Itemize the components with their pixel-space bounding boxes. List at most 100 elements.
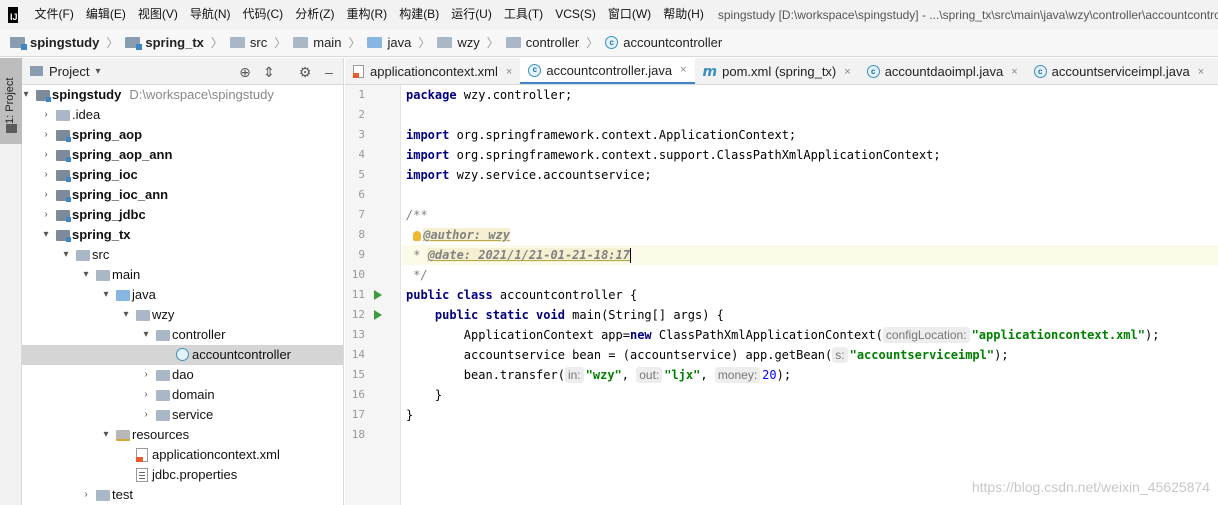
chevron-down-icon[interactable]: ▾: [95, 66, 100, 77]
tree-item-text: spring_aop: [72, 127, 143, 142]
chevron-down-icon[interactable]: ▾: [20, 85, 32, 105]
menu-item-10[interactable]: VCS(S): [549, 0, 602, 29]
menu-item-6[interactable]: 重构(R): [341, 0, 394, 29]
breadcrumb-item-4[interactable]: java: [367, 35, 411, 50]
chevron-right-icon[interactable]: ›: [40, 125, 52, 145]
tree-item-idea[interactable]: › .idea: [22, 105, 343, 125]
chevron-right-icon[interactable]: ›: [40, 185, 52, 205]
tree-item-controller[interactable]: ▾ controller: [22, 325, 343, 345]
close-icon[interactable]: ×: [844, 66, 850, 78]
chevron-down-icon[interactable]: ▾: [60, 245, 72, 265]
breadcrumb-item-2[interactable]: src: [229, 35, 267, 50]
close-icon[interactable]: ×: [1198, 66, 1204, 78]
tree-item-spingstudy[interactable]: ▾ spingstudy D:\workspace\spingstudy: [22, 85, 343, 105]
module-folder-icon: [56, 130, 71, 142]
breadcrumb-item-5[interactable]: wzy: [437, 35, 480, 50]
chevron-down-icon[interactable]: ▾: [40, 225, 52, 245]
tab-applicationcontext-xml[interactable]: applicationcontext.xml ×: [345, 58, 520, 84]
tab-accountserviceimpl-java[interactable]: c accountserviceimpl.java ×: [1026, 58, 1212, 84]
project-view-selector[interactable]: Project: [49, 64, 89, 79]
menu-item-4[interactable]: 代码(C): [237, 0, 290, 29]
tree-item-spring-tx[interactable]: ▾ spring_tx: [22, 225, 343, 245]
menu-item-9[interactable]: 工具(T): [498, 0, 549, 29]
breadcrumb-item-7[interactable]: c accountcontroller: [605, 35, 722, 50]
tree-item-service[interactable]: › service: [22, 405, 343, 425]
chevron-down-icon[interactable]: ▾: [100, 425, 112, 445]
tree-item-label: applicationcontext.xml: [152, 445, 280, 465]
chevron-right-icon[interactable]: ›: [140, 405, 152, 425]
tree-item-label: controller: [172, 325, 225, 345]
module-folder-icon: [56, 230, 71, 242]
watermark: https://blog.csdn.net/weixin_45625874: [971, 479, 1210, 495]
tab-pom-xml-spring-tx[interactable]: m pom.xml (spring_tx) ×: [695, 58, 859, 84]
tree-item-test[interactable]: › test: [22, 485, 343, 505]
tree-item-wzy[interactable]: ▾ wzy: [22, 305, 343, 325]
close-icon[interactable]: ×: [506, 66, 512, 78]
run-class-icon[interactable]: [374, 290, 382, 300]
breadcrumb-item-1[interactable]: spring_tx: [125, 35, 204, 50]
hide-panel-icon[interactable]: –: [320, 63, 338, 81]
menu-item-7[interactable]: 构建(B): [393, 0, 445, 29]
folder-icon: [505, 37, 521, 48]
code-editor[interactable]: 1 2 3 4 5 6 7 8 9 10 11 12 13 14 15 16 17 18 package wzy.…: [345, 85, 1218, 505]
module-folder-icon: [56, 190, 71, 202]
tree-item-src[interactable]: ▾ src: [22, 245, 343, 265]
tree-item-label: spring_ioc_ann: [72, 185, 168, 205]
tree-item-spring-ioc[interactable]: › spring_ioc: [22, 165, 343, 185]
menu-item-5[interactable]: 分析(Z): [289, 0, 340, 29]
package-icon: [156, 370, 170, 381]
tree-item-dao[interactable]: › dao: [22, 365, 343, 385]
gear-icon[interactable]: ⚙: [296, 63, 314, 81]
chevron-right-icon[interactable]: ›: [40, 205, 52, 225]
chevron-right-icon[interactable]: ›: [140, 365, 152, 385]
line-number: 18: [351, 428, 365, 441]
chevron-right-icon[interactable]: ›: [40, 165, 52, 185]
tab-label: accountserviceimpl.java: [1051, 64, 1190, 79]
locate-icon[interactable]: ⊕: [236, 63, 254, 81]
chevron-down-icon[interactable]: ▾: [140, 325, 152, 345]
breadcrumb-item-6[interactable]: controller: [505, 35, 579, 50]
project-tool-window-button[interactable]: 1: Project: [0, 58, 22, 144]
collapse-all-icon[interactable]: ⇕: [260, 63, 278, 81]
chevron-right-icon[interactable]: ›: [40, 145, 52, 165]
run-main-icon[interactable]: [374, 310, 382, 320]
tab-accountcontroller-java[interactable]: c accountcontroller.java ×: [520, 58, 695, 84]
chevron-right-icon[interactable]: ›: [140, 385, 152, 405]
tree-item-spring-jdbc[interactable]: › spring_jdbc: [22, 205, 343, 225]
tree-item-spring-aop[interactable]: › spring_aop: [22, 125, 343, 145]
breadcrumb-item-3[interactable]: main: [293, 35, 341, 50]
chevron-down-icon[interactable]: ▾: [120, 305, 132, 325]
tree-item-domain[interactable]: › domain: [22, 385, 343, 405]
line-number: 16: [351, 388, 365, 401]
intention-bulb-icon[interactable]: [413, 230, 422, 241]
chevron-right-icon[interactable]: ›: [40, 105, 52, 125]
tree-item-spring-ioc-ann[interactable]: › spring_ioc_ann: [22, 185, 343, 205]
tree-item-spring-aop-ann[interactable]: › spring_aop_ann: [22, 145, 343, 165]
folder-icon: [76, 250, 90, 261]
menu-item-0[interactable]: 文件(F): [29, 0, 80, 29]
tree-item-accountcontroller[interactable]: accountcontroller: [22, 345, 343, 365]
project-folder-icon: [30, 66, 43, 76]
tree-item-java[interactable]: ▾ java: [22, 285, 343, 305]
tree-item-applicationcontext-xml[interactable]: applicationcontext.xml: [22, 445, 343, 465]
close-icon[interactable]: ×: [680, 64, 686, 76]
tree-item-main[interactable]: ▾ main: [22, 265, 343, 285]
menu-item-1[interactable]: 编辑(E): [80, 0, 132, 29]
tree-item-jdbc-properties[interactable]: jdbc.properties: [22, 465, 343, 485]
menu-item-11[interactable]: 窗口(W): [602, 0, 657, 29]
code-area[interactable]: package wzy.controller; import org.sprin…: [406, 85, 1216, 505]
chevron-right-icon[interactable]: ›: [80, 485, 92, 505]
close-icon[interactable]: ×: [1011, 66, 1017, 78]
menu-item-8[interactable]: 运行(U): [445, 0, 498, 29]
chevron-down-icon[interactable]: ▾: [100, 285, 112, 305]
param-hint: configLocation:: [882, 327, 970, 343]
tree-item-resources[interactable]: ▾ resources: [22, 425, 343, 445]
tab-accountdaoimpl-java[interactable]: c accountdaoimpl.java ×: [859, 58, 1026, 84]
menu-item-12[interactable]: 帮助(H): [657, 0, 710, 29]
chevron-down-icon[interactable]: ▾: [80, 265, 92, 285]
menu-item-2[interactable]: 视图(V): [132, 0, 184, 29]
menu-item-3[interactable]: 导航(N): [184, 0, 237, 29]
breadcrumb-item-0[interactable]: spingstudy: [10, 35, 99, 50]
tab-label: accountdaoimpl.java: [884, 64, 1004, 79]
line-number: 10: [351, 268, 365, 281]
